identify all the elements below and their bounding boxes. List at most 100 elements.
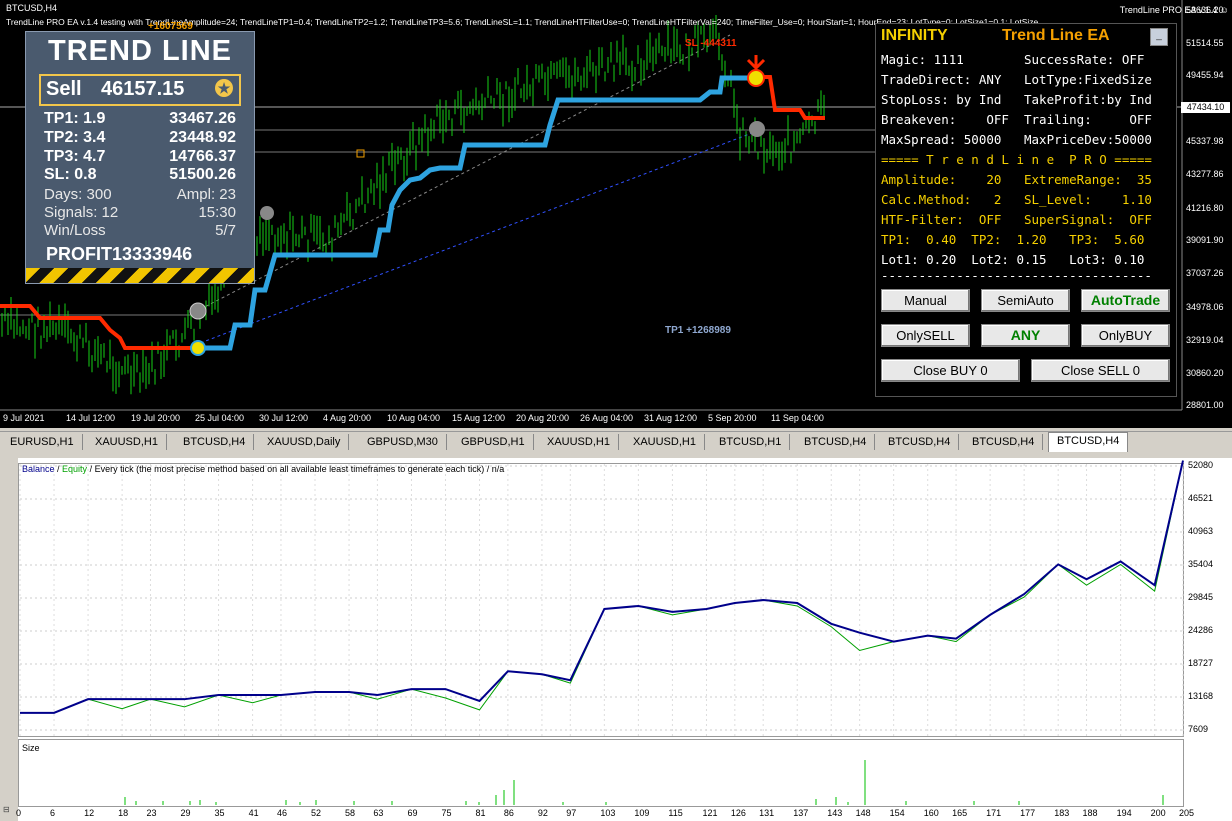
tester-x-tick-label: 23 <box>146 808 157 818</box>
tester-y-tick-label: 18727 <box>1188 657 1214 668</box>
time-tick-label: 26 Aug 04:00 <box>580 413 634 423</box>
tester-x-tick-label: 41 <box>248 808 259 818</box>
section-separator: ===== T r e n d L i n e P R O ===== <box>881 152 1152 167</box>
symbol-label: BTCUSD,H4 <box>6 3 58 13</box>
trend-line-panel: TREND LINE Sell 46157.15 ★ TP1: 1.9 33467… <box>25 31 255 284</box>
tester-y-tick-label: 29845 <box>1188 591 1214 602</box>
tester-y-tick-label: 7609 <box>1188 724 1209 734</box>
tester-x-tick-label: 121 <box>702 808 718 818</box>
tester-x-tick-label: 115 <box>668 808 683 818</box>
tester-x-tick-label: 205 <box>1179 808 1195 818</box>
tester-legend: Balance / Equity / Every tick (the most … <box>22 464 505 474</box>
tester-y-tick-label: 13168 <box>1188 690 1214 701</box>
balance-line <box>20 460 1184 714</box>
chart-tab[interactable]: GBPUSD,H1 <box>453 434 534 450</box>
sell-label: Sell <box>46 78 82 100</box>
chart-tab[interactable]: BTCUSD,H4 <box>796 434 876 450</box>
tester-x-tick-label: 29 <box>180 808 191 818</box>
sl-annotation: SL -444311 <box>685 38 737 49</box>
indicator-row: Amplitude: 20 ExtremeRange: 35 <box>881 172 1152 187</box>
price-tick-label: 37037.26 <box>1186 268 1224 278</box>
sell-price: 46157.15 <box>101 78 185 100</box>
chart-tab[interactable]: XAUUSD,Daily <box>259 434 350 450</box>
time-tick-label: 4 Aug 20:00 <box>323 413 372 423</box>
tester-x-tick-label: 160 <box>923 808 939 818</box>
tester-x-tick-label: 46 <box>276 808 287 818</box>
price-tick-label: 30860.20 <box>1186 368 1224 378</box>
tester-grid <box>19 464 1184 736</box>
time-tick-label: 25 Jul 04:00 <box>195 413 245 423</box>
tester-y-tick-label: 52080 <box>1188 460 1214 470</box>
size-label: Size <box>22 743 40 753</box>
tester-x-tick-label: 97 <box>566 808 577 818</box>
star-icon: ★ <box>215 79 233 97</box>
trend-panel-title: TREND LINE <box>48 35 232 67</box>
tester-y-tick-label: 35404 <box>1188 558 1214 569</box>
tester-x-tick-label: 188 <box>1082 808 1098 818</box>
minimize-button[interactable]: _ <box>1150 28 1168 46</box>
volume-bars <box>124 760 1164 805</box>
tester-x-tick-label: 194 <box>1116 808 1132 818</box>
tester-x-tick-label: 165 <box>952 808 968 818</box>
tester-x-tick-label: 177 <box>1020 808 1036 818</box>
infinity-title: INFINITY <box>881 27 948 44</box>
sell-signal-box: Sell 46157.15 ★ <box>39 74 241 106</box>
chart-tab[interactable]: GBPUSD,M30 <box>359 434 447 450</box>
time-tick-label: 31 Aug 12:00 <box>644 413 698 423</box>
tester-side-bar: ⊟ <box>0 458 18 821</box>
tester-graph[interactable]: Balance / Equity / Every tick (the most … <box>16 458 1232 821</box>
tester-x-tick-label: 52 <box>311 808 322 818</box>
hazard-stripe <box>26 268 254 283</box>
chart-tab[interactable]: BTCUSD,H4 <box>964 434 1044 450</box>
setting-row: Magic: 1111 SuccessRate: OFF <box>881 52 1145 67</box>
price-chart[interactable]: BTCUSD,H4 TrendLine PRO EA v.1.4 testing… <box>0 0 1232 428</box>
any-direction-button[interactable]: ANY <box>981 324 1070 347</box>
chart-tabs-bar: EURUSD,H1 XAUUSD,H1 BTCUSD,H4 XAUUSD,Daily G… <box>0 431 1232 452</box>
tester-x-tick-label: 171 <box>986 808 1002 818</box>
chart-tab[interactable]: BTCUSD,H4 <box>1048 432 1129 452</box>
onlybuy-button[interactable]: OnlyBUY <box>1081 324 1170 347</box>
sell-arrow-icon <box>746 55 766 71</box>
legend-balance: Balance <box>22 464 55 474</box>
tester-x-tick-label: 86 <box>503 808 514 818</box>
time-tick-label: 5 Sep 20:00 <box>708 413 757 423</box>
tester-x-tick-label: 103 <box>600 808 616 818</box>
time-tick-label: 30 Jul 12:00 <box>259 413 309 423</box>
tester-x-tick-label: 200 <box>1150 808 1166 818</box>
chart-tab[interactable]: BTCUSD,H4 <box>880 434 960 450</box>
tester-y-tick-label: 46521 <box>1188 493 1214 503</box>
onlysell-button[interactable]: OnlySELL <box>881 324 970 347</box>
chart-tab[interactable]: XAUUSD,H1 <box>625 434 705 450</box>
tester-x-tick-label: 143 <box>827 808 843 818</box>
red-trend-line-right <box>760 75 825 120</box>
chart-tab[interactable]: EURUSD,H1 <box>2 434 83 450</box>
chart-tab[interactable]: XAUUSD,H1 <box>539 434 619 450</box>
price-tick-label: 28801.00 <box>1186 400 1224 410</box>
exit-marker-icon <box>260 206 274 220</box>
chart-tab[interactable]: XAUUSD,H1 <box>87 434 167 450</box>
legend-equity: Equity <box>62 464 88 474</box>
dash-separator: ------------------------------------ <box>881 268 1152 283</box>
chart-tab[interactable]: BTCUSD,H4 <box>175 434 255 450</box>
close-buy-button[interactable]: Close BUY 0 <box>881 359 1020 382</box>
profit-line: PROFIT13333946 <box>46 244 193 264</box>
time-tick-label: 9 Jul 2021 <box>3 413 45 423</box>
tester-x-tick-label: 109 <box>634 808 650 818</box>
tester-x-tick-label: 154 <box>889 808 905 818</box>
close-sell-button[interactable]: Close SELL 0 <box>1031 359 1170 382</box>
indicator-row: HTF-Filter: OFF SuperSignal: OFF <box>881 212 1152 227</box>
chart-tab[interactable]: BTCUSD,H1 <box>711 434 791 450</box>
price-tick-label: 51514.55 <box>1186 38 1224 48</box>
autotrade-button[interactable]: AutoTrade <box>1081 289 1170 312</box>
setting-row: StopLoss: by Ind TakeProfit:by Ind <box>881 92 1152 107</box>
time-tick-label: 15 Aug 12:00 <box>452 413 506 423</box>
semiauto-button[interactable]: SemiAuto <box>981 289 1070 312</box>
setting-row: TradeDirect: ANY LotType:FixedSize <box>881 72 1152 87</box>
tester-x-tick-label: 183 <box>1054 808 1070 818</box>
price-tick-label: 41216.80 <box>1186 203 1224 213</box>
tester-x-tick-label: 75 <box>441 808 452 818</box>
manual-button[interactable]: Manual <box>881 289 970 312</box>
tester-graph-canvas <box>18 460 1184 807</box>
tester-x-tick-label: 63 <box>373 808 384 818</box>
tester-x-tick-label: 18 <box>118 808 129 818</box>
